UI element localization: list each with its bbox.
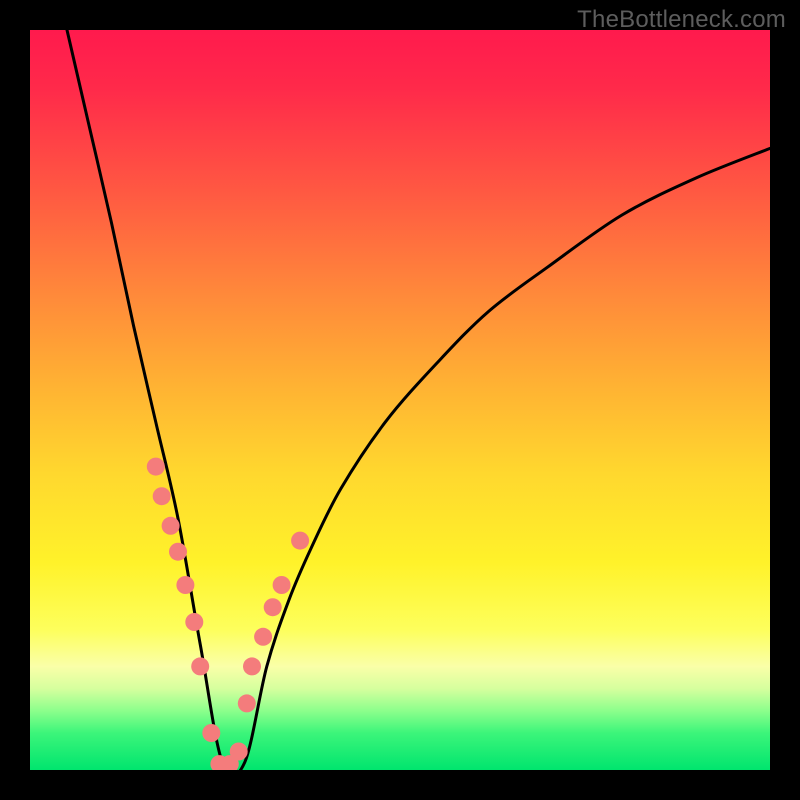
data-point xyxy=(264,598,282,616)
data-point xyxy=(162,517,180,535)
data-point xyxy=(273,576,291,594)
data-point xyxy=(153,487,171,505)
data-point xyxy=(147,458,165,476)
data-point xyxy=(185,613,203,631)
chart-frame: TheBottleneck.com xyxy=(0,0,800,800)
data-point xyxy=(176,576,194,594)
data-point xyxy=(243,657,261,675)
data-point xyxy=(291,532,309,550)
data-point xyxy=(238,694,256,712)
data-point xyxy=(191,657,209,675)
data-point xyxy=(202,724,220,742)
data-point xyxy=(169,543,187,561)
bottleneck-curve xyxy=(67,30,770,770)
data-point xyxy=(230,743,248,761)
data-point xyxy=(254,628,272,646)
plot-area xyxy=(30,30,770,770)
curve-svg xyxy=(30,30,770,770)
